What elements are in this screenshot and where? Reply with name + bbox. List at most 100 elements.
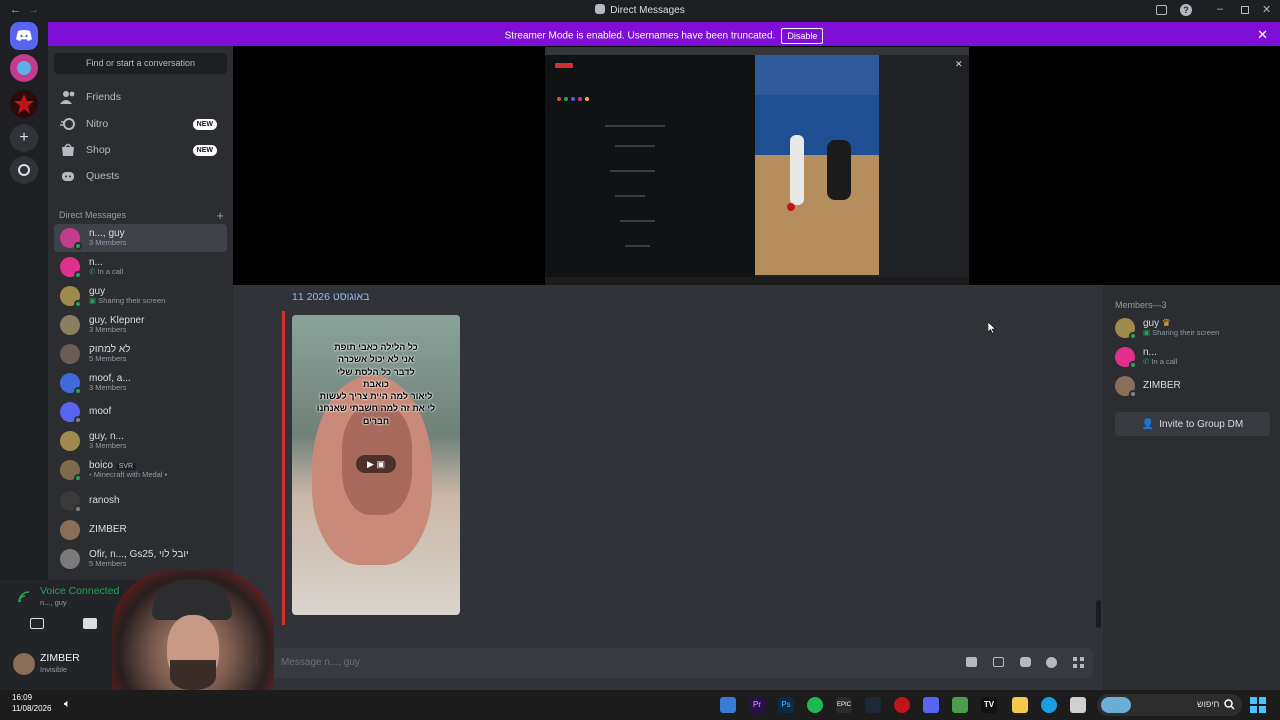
search-label: חיפוש bbox=[1197, 699, 1220, 709]
screen-share-button-icon[interactable] bbox=[83, 618, 97, 629]
dm-item[interactable]: n... ✆ In a call bbox=[54, 253, 227, 281]
nav-quests[interactable]: Quests bbox=[54, 164, 227, 188]
dm-item[interactable]: n..., guy 3 Members bbox=[54, 224, 227, 252]
avatar bbox=[60, 373, 82, 395]
dm-item[interactable]: guy, Klepner 3 Members bbox=[54, 311, 227, 339]
message-composer[interactable]: + Message n..., guy bbox=[243, 648, 1093, 678]
member-item[interactable]: n... ✆ In a call bbox=[1115, 343, 1275, 371]
nitro-icon bbox=[60, 118, 75, 130]
maximize-icon[interactable] bbox=[1241, 6, 1249, 14]
banner-message: Streamer Mode is enabled. Usernames have… bbox=[504, 30, 776, 42]
discord-home-icon[interactable] bbox=[10, 22, 38, 50]
emoji-icon[interactable] bbox=[1046, 657, 1057, 668]
members-header: Members—3 bbox=[1115, 300, 1167, 310]
help-icon[interactable]: ? bbox=[1180, 4, 1192, 16]
avatar bbox=[60, 257, 82, 279]
discord-mini-icon bbox=[595, 4, 606, 14]
voice-status: Voice Connected bbox=[40, 585, 120, 597]
nav-label: Nitro bbox=[86, 118, 109, 130]
avatar bbox=[60, 460, 82, 482]
add-server-icon[interactable]: + bbox=[10, 124, 38, 152]
message-input[interactable]: Message n..., guy bbox=[281, 657, 360, 668]
streamer-mode-banner: Streamer Mode is enabled. Usernames have… bbox=[48, 22, 1280, 46]
inbox-icon[interactable] bbox=[1156, 5, 1167, 15]
apps-icon[interactable] bbox=[1073, 657, 1084, 668]
close-window-icon[interactable]: ✕ bbox=[1262, 3, 1271, 16]
premiere-icon[interactable]: Pr bbox=[749, 697, 765, 713]
stream-video-thumbnail[interactable] bbox=[755, 55, 879, 275]
avatar bbox=[60, 315, 80, 335]
dm-item[interactable]: ZIMBER bbox=[54, 516, 227, 544]
photoshop-icon[interactable]: Ps bbox=[778, 697, 794, 713]
stream-chat-area bbox=[545, 55, 755, 277]
avatar bbox=[60, 344, 80, 364]
explore-icon[interactable] bbox=[10, 156, 38, 184]
minecraft-icon[interactable] bbox=[952, 697, 968, 713]
gif-icon[interactable] bbox=[993, 657, 1004, 667]
dm-header: Direct Messages + bbox=[59, 208, 224, 223]
nav-friends[interactable]: Friends bbox=[54, 85, 227, 109]
disable-button[interactable]: Disable bbox=[781, 28, 824, 44]
discord-taskbar-icon[interactable] bbox=[923, 697, 939, 713]
window-title: Direct Messages bbox=[0, 4, 1280, 16]
avatar bbox=[60, 491, 82, 513]
dm-item[interactable]: moof bbox=[54, 398, 227, 426]
server-icon-red-star[interactable] bbox=[10, 90, 38, 118]
video-caption: כל הלילה כאבי תופת אני לא יכול אשכרה לדב… bbox=[316, 342, 436, 426]
avatar[interactable] bbox=[13, 653, 35, 675]
nav-label: Friends bbox=[86, 91, 122, 103]
app-icon[interactable] bbox=[894, 697, 910, 713]
new-badge: NEW bbox=[192, 118, 217, 130]
nav-label: Shop bbox=[86, 144, 111, 156]
dm-item[interactable]: guy ▣ Sharing their screen bbox=[54, 282, 227, 310]
app-window-icon[interactable] bbox=[1070, 697, 1086, 713]
server-icon-group[interactable] bbox=[10, 54, 38, 82]
edge-icon[interactable] bbox=[1041, 697, 1057, 713]
taskbar-search[interactable]: חיפוש bbox=[1097, 694, 1242, 716]
tradingview-icon[interactable]: TV bbox=[981, 697, 997, 713]
invite-button[interactable]: 👤 Invite to Group DM bbox=[1115, 412, 1270, 436]
nav-nitro[interactable]: Nitro NEW bbox=[54, 112, 227, 136]
create-dm-icon[interactable]: + bbox=[216, 208, 224, 223]
stream-frame[interactable]: ✕ bbox=[545, 47, 969, 285]
dm-item[interactable]: Ofir, n..., Gs25, יובל לוי 5 Members bbox=[54, 545, 227, 573]
epic-games-icon[interactable]: EPIC bbox=[836, 697, 852, 713]
dm-item[interactable]: guy, n... 3 Members bbox=[54, 427, 227, 455]
dm-item[interactable]: moof, a... 3 Members bbox=[54, 369, 227, 397]
voice-channel[interactable]: n..., guy bbox=[40, 598, 67, 607]
search-input[interactable]: Find or start a conversation bbox=[54, 53, 227, 74]
add-person-icon: 👤 bbox=[1141, 418, 1155, 430]
spotify-icon[interactable] bbox=[807, 697, 823, 713]
new-badge: NEW bbox=[192, 144, 217, 156]
dm-item[interactable]: ranosh bbox=[54, 487, 227, 515]
close-icon[interactable]: ✕ bbox=[955, 59, 963, 70]
shop-icon bbox=[62, 143, 74, 156]
title-bar: ← → Direct Messages ? – ✕ bbox=[0, 0, 1280, 22]
calculator-icon[interactable] bbox=[720, 697, 736, 713]
dm-item[interactable]: לא למחוק 5 Members bbox=[54, 340, 227, 368]
file-explorer-icon[interactable] bbox=[1012, 697, 1028, 713]
message-highlight-bar bbox=[282, 311, 285, 625]
signal-icon[interactable] bbox=[18, 591, 30, 603]
clock-time: 16:09 bbox=[12, 693, 33, 702]
steam-icon[interactable] bbox=[865, 697, 881, 713]
minimize-icon[interactable]: – bbox=[1217, 3, 1223, 15]
member-item[interactable]: ZIMBER bbox=[1115, 372, 1275, 400]
avatar bbox=[60, 402, 82, 424]
search-highlight-icon bbox=[1101, 697, 1131, 713]
sticker-icon[interactable] bbox=[1020, 657, 1031, 667]
windows-start-icon[interactable] bbox=[1250, 697, 1266, 713]
play-icon[interactable]: ▶ ▣ bbox=[356, 455, 396, 473]
search-icon bbox=[1224, 699, 1235, 710]
members-panel: Members—3 guy ♛ ▣ Sharing their screen n.… bbox=[1103, 285, 1280, 690]
camera-off-icon[interactable] bbox=[30, 618, 44, 629]
video-attachment[interactable]: כל הלילה כאבי תופת אני לא יכול אשכרה לדב… bbox=[292, 315, 460, 615]
nav-shop[interactable]: Shop NEW bbox=[54, 138, 227, 162]
close-banner-icon[interactable]: ✕ bbox=[1257, 27, 1268, 43]
scrollbar[interactable] bbox=[1096, 600, 1101, 628]
dm-sidebar: Find or start a conversation Friends Nit… bbox=[48, 46, 233, 580]
volume-icon[interactable]: 🔈︎ bbox=[64, 698, 71, 711]
member-item[interactable]: guy ♛ ▣ Sharing their screen bbox=[1115, 314, 1275, 342]
gift-icon[interactable] bbox=[966, 657, 977, 667]
dm-item[interactable]: boico SVR ▪ Minecraft with Medal • bbox=[54, 456, 227, 484]
